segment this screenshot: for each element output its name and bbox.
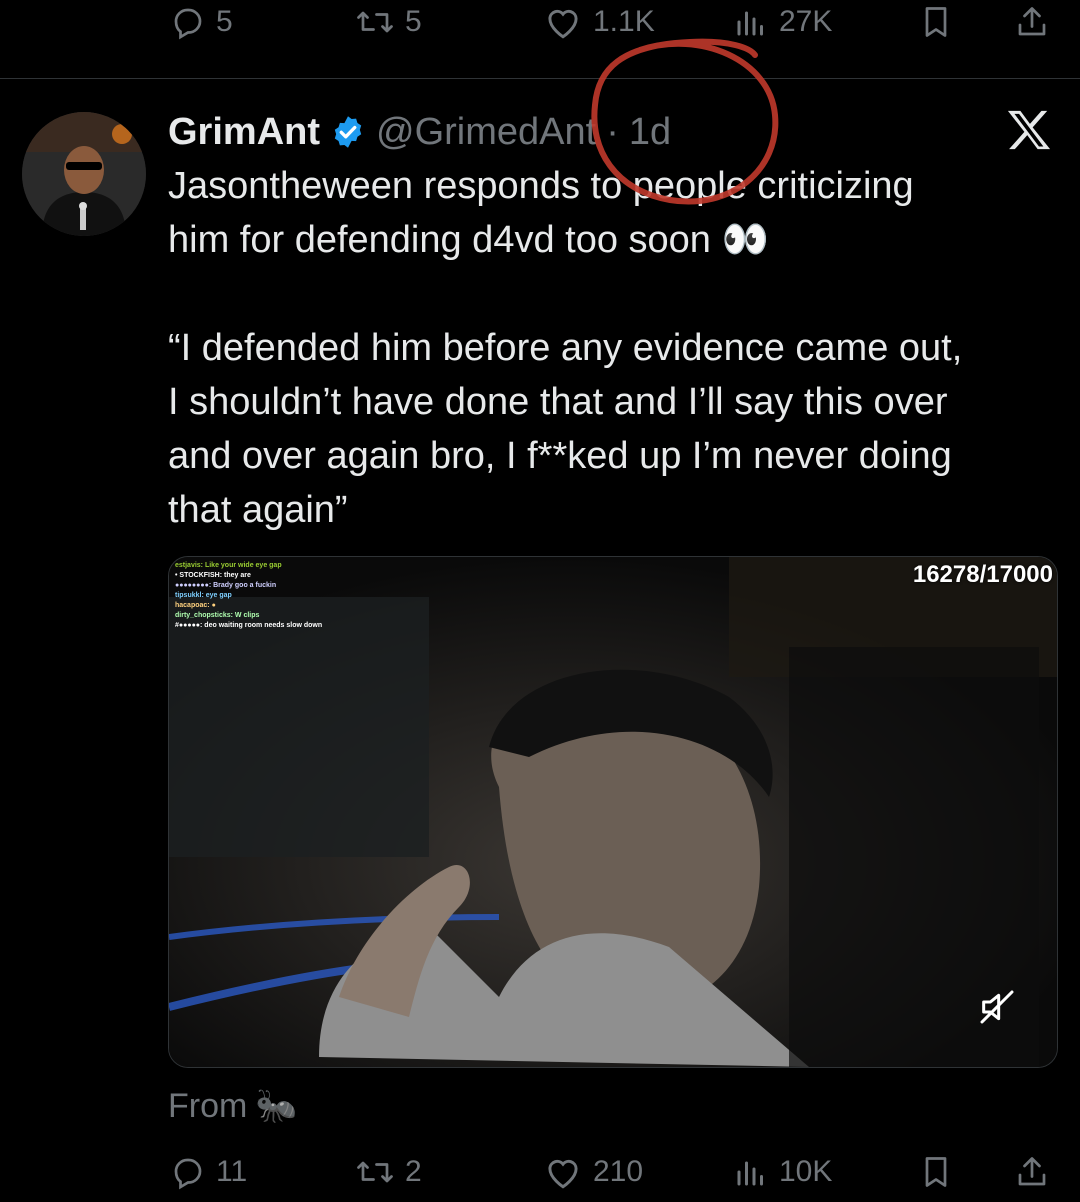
ant-emoji: 🐜	[255, 1087, 298, 1125]
repost-button[interactable]: 5	[355, 4, 422, 40]
share-button[interactable]	[1014, 1154, 1050, 1190]
share-button[interactable]	[1014, 4, 1050, 40]
tweet-text-line: that again”	[168, 489, 348, 531]
avatar-image	[22, 112, 146, 236]
like-button[interactable]: 1.1K	[543, 4, 655, 40]
repost-icon	[357, 11, 393, 33]
stream-counter: 16278/17000	[912, 561, 1053, 588]
share-icon	[1018, 7, 1046, 36]
repost-button[interactable]: 2	[355, 1154, 422, 1190]
bookmark-button[interactable]	[918, 4, 954, 40]
share-icon	[1018, 1157, 1046, 1186]
handle[interactable]: @GrimedAnt	[376, 111, 596, 154]
chat-message: estjavis: Like your wide eye gap	[175, 562, 282, 569]
repost-count: 5	[405, 5, 422, 38]
views-icon	[737, 11, 763, 36]
mute-icon[interactable]	[977, 987, 1017, 1027]
like-button[interactable]: 210	[543, 1154, 643, 1190]
stream-chat-overlay: estjavis: Like your wide eye gap • STOCK…	[175, 561, 405, 631]
video-player[interactable]: estjavis: Like your wide eye gap • STOCK…	[168, 556, 1058, 1068]
tweet-text-line: him for defending d4vd too soon 👀	[168, 219, 769, 261]
display-name[interactable]: GrimAnt	[168, 111, 320, 154]
separator: ·	[606, 110, 619, 153]
repost-count: 2	[405, 1155, 422, 1188]
views-button[interactable]: 10K	[733, 1154, 832, 1190]
timestamp[interactable]: 1d	[629, 111, 671, 154]
heart-icon	[548, 9, 578, 39]
tweet-text-line: Jasontheween responds to people criticiz…	[168, 165, 914, 207]
tweet-header: GrimAnt @GrimedAnt · 1d	[168, 104, 671, 160]
tweet-divider	[0, 78, 1080, 79]
bookmark-button[interactable]	[918, 1154, 954, 1190]
bookmark-icon	[925, 7, 947, 37]
from-label: From	[168, 1086, 248, 1125]
repost-icon	[357, 1161, 393, 1183]
like-count: 210	[593, 1155, 644, 1188]
tweet-text-line: I shouldn’t have done that and I’ll say …	[168, 381, 948, 423]
reply-icon	[174, 8, 202, 40]
x-logo-icon	[1007, 110, 1051, 150]
chat-message: tipsukkl: eye gap	[175, 592, 232, 599]
views-button[interactable]: 27K	[733, 4, 832, 40]
chat-message: dirty_chopsticks: W clips	[175, 612, 260, 619]
reply-button[interactable]: 11	[170, 1154, 247, 1190]
from-line: From 🐜	[168, 1086, 298, 1126]
tweet-text-line: and over again bro, I f**ked up I’m neve…	[168, 435, 952, 477]
tweet-text-line: “I defended him before any evidence came…	[168, 327, 963, 369]
reply-count: 11	[216, 1155, 248, 1188]
reply-button[interactable]: 5	[170, 4, 233, 40]
bookmark-icon	[925, 1157, 947, 1187]
chat-message: hacapoac: ●	[175, 602, 216, 609]
heart-icon	[548, 1159, 578, 1189]
avatar[interactable]	[22, 112, 146, 236]
views-icon	[737, 1161, 763, 1186]
chat-message: • STOCKFISH: they are	[175, 572, 251, 579]
verified-badge-icon	[334, 116, 362, 148]
top-action-bar: 5 5 1.1K 27K	[0, 0, 1080, 52]
chat-message: ●●●●●●●●: Brady goo a fuckin	[175, 582, 277, 589]
video-frame	[169, 557, 1057, 1067]
reply-count: 5	[216, 5, 233, 38]
reply-icon	[174, 1158, 202, 1190]
like-count: 1.1K	[593, 5, 655, 38]
views-count: 27K	[779, 5, 833, 38]
bottom-action-bar: 11 2 210 10K	[0, 1142, 1080, 1202]
views-count: 10K	[779, 1155, 833, 1188]
chat-message: #●●●●●: deo waiting room needs slow down	[175, 622, 323, 629]
